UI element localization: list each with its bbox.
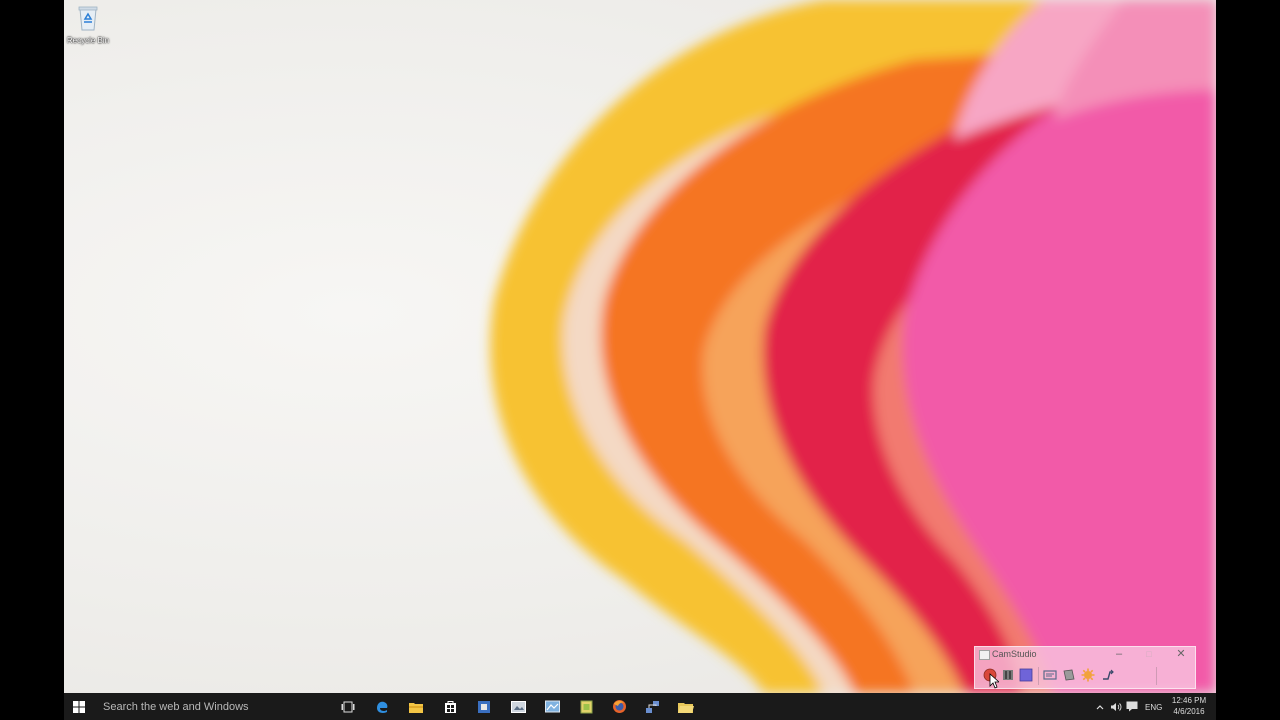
clock-time: 12:46 PM [1171, 696, 1207, 705]
camstudio-window[interactable]: CamStudio – □ ✕ [974, 646, 1196, 689]
recycle-bin-icon [78, 6, 98, 31]
video-annotation-button[interactable] [1062, 668, 1076, 682]
wallpaper [490, 0, 1216, 693]
chevron-up-icon [1096, 704, 1104, 709]
clock[interactable]: 12:46 PM 4/6/2016 [1169, 695, 1209, 717]
taskbar-app[interactable] [472, 693, 496, 720]
taskbar-media[interactable] [506, 693, 530, 720]
taskbar-edge[interactable] [370, 693, 394, 720]
close-button[interactable]: ✕ [1173, 648, 1189, 660]
camstudio-app-icon [979, 650, 990, 660]
stop-button[interactable] [1019, 668, 1033, 682]
maximize-button[interactable]: □ [1141, 648, 1157, 660]
toolbar-separator [1156, 667, 1157, 685]
start-icon [73, 700, 85, 713]
taskbar: Search the web and Windows ENG 12:46 PM … [64, 693, 1216, 720]
file-icon [580, 700, 592, 713]
screen-annotation-button[interactable] [1043, 668, 1057, 682]
photos-icon [544, 700, 560, 713]
toggle-view-button[interactable] [1101, 668, 1115, 682]
app-icon [478, 700, 490, 713]
desktop: Recycle Bin [64, 0, 1216, 693]
volume-button[interactable] [1109, 693, 1123, 720]
minimize-button[interactable]: – [1111, 648, 1127, 660]
volume-icon [1111, 702, 1122, 711]
media-icon [510, 700, 526, 713]
toolbar-separator [1038, 667, 1039, 685]
recycle-bin-label: Recycle Bin [66, 36, 110, 45]
clock-date: 4/6/2016 [1173, 707, 1205, 716]
camstudio-title: CamStudio [992, 649, 1037, 659]
desktop-icon-recycle-bin[interactable]: Recycle Bin [66, 4, 110, 52]
taskbar-file[interactable] [574, 693, 598, 720]
language-indicator[interactable]: ENG [1145, 703, 1162, 712]
task-view-icon [341, 701, 355, 712]
taskbar-folder[interactable] [674, 693, 698, 720]
camstudio-titlebar[interactable]: CamStudio – □ ✕ [975, 647, 1195, 663]
mouse-pointer-icon [989, 673, 999, 689]
store-icon [444, 701, 456, 713]
start-button[interactable] [64, 693, 94, 720]
taskbar-network-tool[interactable] [640, 693, 664, 720]
search-box[interactable]: Search the web and Windows [103, 701, 249, 713]
firefox-icon [612, 700, 626, 713]
options-button[interactable] [1081, 668, 1095, 682]
taskbar-file-explorer[interactable] [404, 693, 428, 720]
message-icon [1126, 701, 1138, 712]
pause-button[interactable] [1001, 668, 1015, 682]
taskbar-photos[interactable] [540, 693, 564, 720]
folder-icon [678, 702, 694, 713]
action-center-button[interactable] [1125, 693, 1139, 720]
edge-icon [377, 701, 388, 713]
network-tool-icon [645, 700, 659, 713]
taskbar-store[interactable] [438, 693, 462, 720]
tray-overflow-button[interactable] [1094, 693, 1106, 720]
taskbar-firefox[interactable] [607, 693, 631, 720]
file-explorer-icon [409, 702, 423, 713]
task-view-button[interactable] [336, 693, 360, 720]
